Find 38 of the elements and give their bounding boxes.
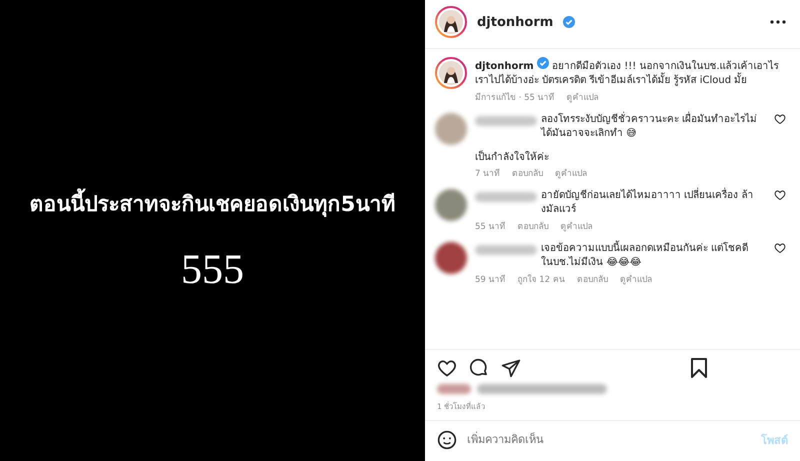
comment-field[interactable]: เพิ่มความคิดเห็น — [467, 429, 751, 451]
comment-time: 59 นาที — [475, 274, 506, 286]
username[interactable]: djtonhorm — [477, 14, 554, 30]
like-icon[interactable] — [774, 189, 786, 201]
blurred-username — [475, 192, 537, 202]
blurred-username — [475, 245, 537, 255]
caption-time: มีการแก้ไข · 55 นาที — [475, 91, 555, 104]
avatar-icon[interactable] — [435, 6, 467, 38]
comment-action-link[interactable]: ตอบกลับ — [512, 166, 544, 180]
comment-action-link[interactable]: ดูคำแปล — [555, 166, 588, 180]
comment-text: อายัดบัญชีก่อนเลยได้ไหมอาาาา เปลี่ยนเครื่อง ล้างมัลแวร์ — [541, 189, 766, 217]
image-headline: ตอนนี้ประสาทจะกินเชคยอดเงินทุก5นาที — [30, 187, 396, 220]
caption-username[interactable]: djtonhorm — [475, 61, 534, 72]
send-icon[interactable] — [501, 358, 521, 378]
comment-action-link[interactable]: ดูคำแปล — [560, 219, 593, 233]
avatar-icon[interactable] — [435, 242, 467, 274]
emoji-icon[interactable] — [437, 430, 457, 450]
comment-action-link[interactable]: ดูคำแปล — [620, 272, 652, 286]
caption-text: djtonhorm อยากดีมือตัวเอง !!! นอกจากเงินในบช.แล้วเค้าเอาไรเราไปได้บ้างอ่ะ บัตรเครดิต รีเข้าอีเมล์เราได้มั้ย รู้รหัส iCloud มั้ย — [475, 57, 786, 88]
more-options-icon[interactable] — [770, 20, 786, 24]
like-icon[interactable] — [437, 358, 457, 378]
comment-time: 7 นาที — [475, 168, 500, 180]
comment-text: ลองโทรระงับบัญชีชั่วคราวนะคะ เผื่อมันทำอะไรไม่ได้มันอาจจะเลิกทำ 😅 — [541, 113, 766, 141]
blurred-avatars — [437, 384, 471, 394]
comment-icon[interactable] — [469, 358, 489, 378]
comment-action-link[interactable]: ตอบกลับ — [518, 219, 549, 233]
image-subline: 555 — [181, 246, 244, 294]
like-icon[interactable] — [774, 113, 786, 125]
avatar-icon[interactable] — [435, 57, 467, 89]
comment-text: เป็นกำลังใจให้ค่ะ — [475, 149, 550, 164]
blurred-username — [475, 116, 537, 126]
comment-time: 55 นาที — [475, 220, 506, 233]
comment-action-link[interactable]: ถูกใจ 12 คน — [518, 272, 565, 286]
comment-text: เจอข้อความแบบนี้เผลอกดเหมือนกันค่ะ แต่โชคดีในบช.ไม่มีเงิน 😂😂😂 — [541, 242, 766, 270]
translate-link[interactable]: ดูคำแปล — [566, 90, 599, 104]
comment-action-link[interactable]: ตอบกลับ — [576, 272, 608, 286]
bookmark-icon[interactable] — [690, 358, 708, 378]
like-icon[interactable] — [774, 242, 786, 254]
